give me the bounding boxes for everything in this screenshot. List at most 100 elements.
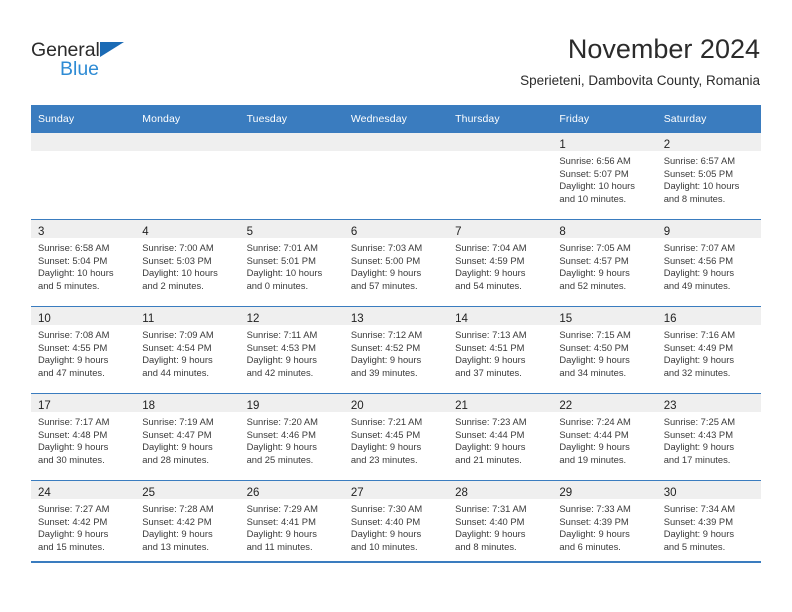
calendar-day-cell[interactable]: 7 Sunrise: 7:04 AM Sunset: 4:59 PM Daylight… xyxy=(448,219,553,307)
sunset-time: Sunset: 4:39 PM xyxy=(663,515,733,527)
calendar-day-cell[interactable]: 20 Sunrise: 7:21 AM Sunset: 4:45 PM Dayligh… xyxy=(343,393,449,481)
day-number: 30 xyxy=(663,487,677,499)
sunset-time: Sunset: 4:50 PM xyxy=(559,341,629,353)
daylight-duration-line2: and 8 minutes. xyxy=(663,192,726,204)
daylight-duration-line1: Daylight: 9 hours xyxy=(663,441,735,453)
sunset-time: Sunset: 4:51 PM xyxy=(455,341,525,353)
sunset-time: Sunset: 4:55 PM xyxy=(38,341,108,353)
sunset-time: Sunset: 5:07 PM xyxy=(559,167,629,179)
calendar-header-row: Sunday Monday Tuesday Wednesday Thursday… xyxy=(31,105,761,133)
daylight-duration-line1: Daylight: 9 hours xyxy=(455,441,526,453)
daylight-duration-line2: and 39 minutes. xyxy=(350,366,418,378)
calendar-day-cell[interactable]: 2 Sunrise: 6:57 AM Sunset: 5:05 PM Daylight… xyxy=(656,133,761,220)
sunset-time: Sunset: 5:03 PM xyxy=(142,254,212,266)
sunrise-time: Sunrise: 6:57 AM xyxy=(663,155,736,166)
brand-logo[interactable]: General Blue xyxy=(31,39,151,85)
day-details: Sunrise: 7:12 AM Sunset: 4:52 PM Daylight:… xyxy=(344,325,448,379)
calendar-day-cell[interactable]: 23 Sunrise: 7:25 AM Sunset: 4:43 PM Dayligh… xyxy=(656,393,761,481)
sunset-time: Sunset: 5:00 PM xyxy=(350,254,421,266)
sunset-time: Sunset: 4:53 PM xyxy=(246,341,316,353)
triangle-icon xyxy=(100,42,124,57)
day-number: 19 xyxy=(246,400,260,412)
calendar-day-cell[interactable]: 5 Sunrise: 7:01 AM Sunset: 5:01 PM Daylight… xyxy=(239,219,344,307)
calendar-day-cell[interactable]: 13 Sunrise: 7:12 AM Sunset: 4:52 PM Dayligh… xyxy=(343,306,449,394)
sunset-time: Sunset: 4:42 PM xyxy=(142,515,212,527)
day-number-band: 4 xyxy=(135,220,240,238)
daylight-duration-line1: Daylight: 9 hours xyxy=(455,528,526,540)
calendar-day-cell[interactable]: 29 Sunrise: 7:33 AM Sunset: 4:39 PM Dayligh… xyxy=(552,480,657,567)
sunrise-time: Sunrise: 7:27 AM xyxy=(38,503,110,514)
day-number-band: 7 xyxy=(448,220,553,238)
calendar-day-cell[interactable]: 8 Sunrise: 7:05 AM Sunset: 4:57 PM Daylight… xyxy=(552,219,657,307)
calendar-day-cell[interactable]: 27 Sunrise: 7:30 AM Sunset: 4:40 PM Dayligh… xyxy=(343,480,449,567)
location-subtitle: Sperieteni, Dambovita County, Romania xyxy=(520,73,760,88)
calendar-day-cell[interactable]: 11 Sunrise: 7:09 AM Sunset: 4:54 PM Dayligh… xyxy=(135,306,240,394)
day-number-band xyxy=(135,133,240,151)
calendar-day-cell[interactable]: 6 Sunrise: 7:03 AM Sunset: 5:00 PM Daylight… xyxy=(343,219,449,307)
daylight-duration-line1: Daylight: 9 hours xyxy=(663,354,735,366)
calendar-day-cell[interactable]: 30 Sunrise: 7:34 AM Sunset: 4:39 PM Dayligh… xyxy=(656,480,761,567)
calendar-day-cell[interactable]: 19 Sunrise: 7:20 AM Sunset: 4:46 PM Dayligh… xyxy=(239,393,344,481)
day-number-band: 17 xyxy=(31,394,136,412)
day-number: 28 xyxy=(455,487,468,499)
calendar-day-cell[interactable]: 17 Sunrise: 7:17 AM Sunset: 4:48 PM Dayligh… xyxy=(31,393,136,481)
daylight-duration-line2: and 13 minutes. xyxy=(142,540,209,552)
calendar-day-cell[interactable]: 10 Sunrise: 7:08 AM Sunset: 4:55 PM Dayligh… xyxy=(31,306,136,394)
sunrise-time: Sunrise: 7:23 AM xyxy=(455,416,527,427)
day-number: 9 xyxy=(663,226,671,238)
daylight-duration-line1: Daylight: 9 hours xyxy=(38,354,109,366)
daylight-duration-line2: and 6 minutes. xyxy=(559,540,621,552)
calendar-week-row: 1 Sunrise: 6:56 AM Sunset: 5:07 PM Daylight… xyxy=(31,133,761,220)
calendar-day-cell[interactable]: 3 Sunrise: 6:58 AM Sunset: 5:04 PM Daylight… xyxy=(31,219,136,307)
day-number: 17 xyxy=(38,400,51,412)
day-number-band: 14 xyxy=(448,307,553,325)
day-details: Sunrise: 7:07 AM Sunset: 4:56 PM Daylight:… xyxy=(657,238,761,292)
calendar-day-cell[interactable]: 21 Sunrise: 7:23 AM Sunset: 4:44 PM Dayligh… xyxy=(448,393,553,481)
sunset-time: Sunset: 4:45 PM xyxy=(350,428,421,440)
daylight-duration-line1: Daylight: 9 hours xyxy=(455,354,526,366)
day-number-band: 19 xyxy=(239,394,344,412)
daylight-duration-line2: and 49 minutes. xyxy=(663,279,731,291)
sunset-time: Sunset: 4:49 PM xyxy=(663,341,733,353)
calendar-day-cell[interactable]: 15 Sunrise: 7:15 AM Sunset: 4:50 PM Dayligh… xyxy=(552,306,657,394)
calendar-day-cell[interactable]: 26 Sunrise: 7:29 AM Sunset: 4:41 PM Dayligh… xyxy=(239,480,344,567)
daylight-duration-line1: Daylight: 10 hours xyxy=(38,267,114,279)
calendar-day-cell[interactable]: 22 Sunrise: 7:24 AM Sunset: 4:44 PM Dayligh… xyxy=(552,393,657,481)
daylight-duration-line2: and 47 minutes. xyxy=(38,366,105,378)
day-number-band: 13 xyxy=(343,307,449,325)
calendar-day-cell[interactable]: 9 Sunrise: 7:07 AM Sunset: 4:56 PM Daylight… xyxy=(656,219,761,307)
day-details: Sunrise: 7:20 AM Sunset: 4:46 PM Daylight:… xyxy=(240,412,344,466)
calendar-day-cell[interactable]: 16 Sunrise: 7:16 AM Sunset: 4:49 PM Dayligh… xyxy=(656,306,761,394)
calendar-day-cell[interactable]: 4 Sunrise: 7:00 AM Sunset: 5:03 PM Daylight… xyxy=(135,219,240,307)
day-number: 1 xyxy=(559,139,566,151)
day-details: Sunrise: 7:05 AM Sunset: 4:57 PM Daylight:… xyxy=(552,238,656,292)
daylight-duration-line1: Daylight: 9 hours xyxy=(142,528,213,540)
daylight-duration-line1: Daylight: 9 hours xyxy=(663,267,735,279)
daylight-duration-line2: and 10 minutes. xyxy=(350,540,418,552)
day-number: 20 xyxy=(350,400,364,412)
calendar-week-row: 17 Sunrise: 7:17 AM Sunset: 4:48 PM Dayligh… xyxy=(31,393,761,481)
calendar-day-cell[interactable]: 28 Sunrise: 7:31 AM Sunset: 4:40 PM Dayligh… xyxy=(448,480,553,567)
calendar-day-cell[interactable]: 24 Sunrise: 7:27 AM Sunset: 4:42 PM Dayligh… xyxy=(31,480,136,567)
calendar-week-row: 10 Sunrise: 7:08 AM Sunset: 4:55 PM Dayligh… xyxy=(31,306,761,394)
sunset-time: Sunset: 4:59 PM xyxy=(455,254,525,266)
calendar-day-cell[interactable]: 25 Sunrise: 7:28 AM Sunset: 4:42 PM Dayligh… xyxy=(135,480,240,567)
calendar-day-cell[interactable]: 1 Sunrise: 6:56 AM Sunset: 5:07 PM Daylight… xyxy=(552,133,657,220)
sunrise-time: Sunrise: 7:04 AM xyxy=(455,242,527,253)
sunset-time: Sunset: 4:39 PM xyxy=(559,515,629,527)
day-details: Sunrise: 7:03 AM Sunset: 5:00 PM Daylight:… xyxy=(344,238,448,292)
sunrise-time: Sunrise: 6:58 AM xyxy=(38,242,110,253)
calendar-week-row: 3 Sunrise: 6:58 AM Sunset: 5:04 PM Daylight… xyxy=(31,219,761,307)
calendar-day-cell[interactable]: 12 Sunrise: 7:11 AM Sunset: 4:53 PM Dayligh… xyxy=(239,306,344,394)
day-number-band: 26 xyxy=(239,481,344,499)
calendar-day-cell[interactable]: 14 Sunrise: 7:13 AM Sunset: 4:51 PM Dayligh… xyxy=(448,306,553,394)
daylight-duration-line2: and 19 minutes. xyxy=(559,453,627,465)
sunrise-time: Sunrise: 7:16 AM xyxy=(663,329,736,340)
calendar-day-cell[interactable]: 18 Sunrise: 7:19 AM Sunset: 4:47 PM Dayligh… xyxy=(135,393,240,481)
daylight-duration-line2: and 28 minutes. xyxy=(142,453,209,465)
day-details: Sunrise: 7:29 AM Sunset: 4:41 PM Daylight:… xyxy=(240,499,344,553)
daylight-duration-line1: Daylight: 10 hours xyxy=(246,267,323,279)
sunset-time: Sunset: 4:40 PM xyxy=(455,515,525,527)
day-number: 25 xyxy=(142,487,156,499)
daylight-duration-line1: Daylight: 9 hours xyxy=(246,441,317,453)
